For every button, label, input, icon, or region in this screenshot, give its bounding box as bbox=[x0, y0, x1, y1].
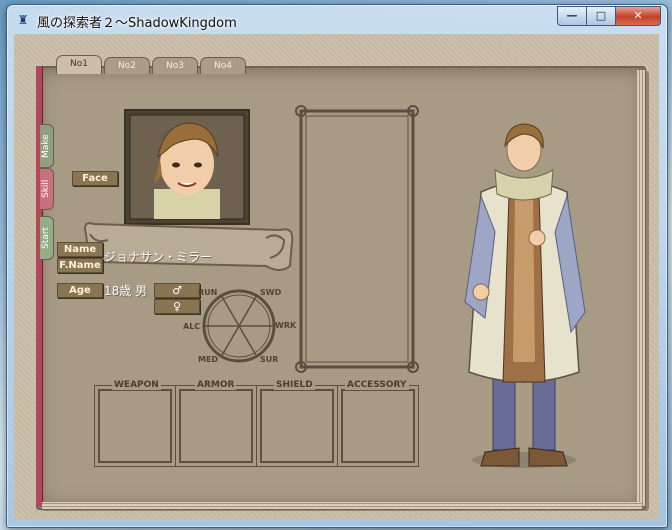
side-tab-start[interactable]: Start bbox=[40, 216, 54, 260]
female-button[interactable]: ♀ bbox=[154, 299, 200, 314]
book-page-edge-bottom bbox=[42, 502, 642, 509]
stat-sur: SUR bbox=[260, 355, 279, 364]
tab-no2[interactable]: No2 bbox=[104, 57, 150, 74]
book-page-edge bbox=[637, 70, 645, 506]
side-tab-make[interactable]: Make bbox=[40, 124, 54, 168]
title-bar[interactable]: ♜ 風の探索者２～ShadowKingdom — □ ✕ bbox=[7, 5, 667, 35]
maximize-button[interactable]: □ bbox=[586, 6, 616, 26]
tab-no1[interactable]: No1 bbox=[56, 55, 102, 74]
castle-icon: ♜ bbox=[17, 13, 29, 27]
accessory-slot[interactable] bbox=[341, 389, 415, 463]
stat-wrk: WRK bbox=[275, 321, 297, 330]
fname-button[interactable]: F.Name bbox=[57, 258, 103, 273]
stat-alc: ALC bbox=[183, 322, 201, 331]
male-button[interactable]: ♂ bbox=[154, 283, 200, 298]
tab-no4[interactable]: No4 bbox=[200, 57, 246, 74]
game-area: No1 No2 No3 No4 Make Skill Start Face Na… bbox=[14, 34, 659, 519]
description-frame bbox=[295, 105, 419, 373]
name-scroll bbox=[84, 222, 294, 271]
stat-run: RUN bbox=[198, 288, 218, 297]
name-button[interactable]: Name bbox=[57, 242, 103, 257]
side-tab-skill[interactable]: Skill bbox=[40, 168, 54, 210]
face-button[interactable]: Face bbox=[72, 171, 118, 186]
stat-wheel bbox=[202, 289, 276, 363]
tab-no3[interactable]: No3 bbox=[152, 57, 198, 74]
character-name: ジョナサン・ミラー bbox=[104, 250, 213, 264]
age-button[interactable]: Age bbox=[57, 283, 103, 298]
portrait-frame bbox=[124, 109, 250, 225]
window-title: 風の探索者２～ShadowKingdom bbox=[37, 16, 237, 31]
shield-label: SHIELD bbox=[274, 380, 315, 390]
game-window: ♜ 風の探索者２～ShadowKingdom — □ ✕ No1 No2 No3… bbox=[6, 4, 668, 528]
accessory-label: ACCESSORY bbox=[345, 380, 409, 390]
stat-med: MED bbox=[198, 355, 219, 364]
close-button[interactable]: ✕ bbox=[615, 6, 661, 26]
minimize-button[interactable]: — bbox=[557, 6, 587, 26]
shield-slot[interactable] bbox=[260, 389, 334, 463]
armor-slot[interactable] bbox=[179, 389, 253, 463]
age-sex-value: 18歳 男 bbox=[104, 284, 148, 298]
stat-swd: SWD bbox=[260, 288, 282, 297]
weapon-slot[interactable] bbox=[98, 389, 172, 463]
armor-label: ARMOR bbox=[195, 380, 237, 390]
character-illustration bbox=[464, 123, 586, 468]
weapon-label: WEAPON bbox=[112, 380, 161, 390]
